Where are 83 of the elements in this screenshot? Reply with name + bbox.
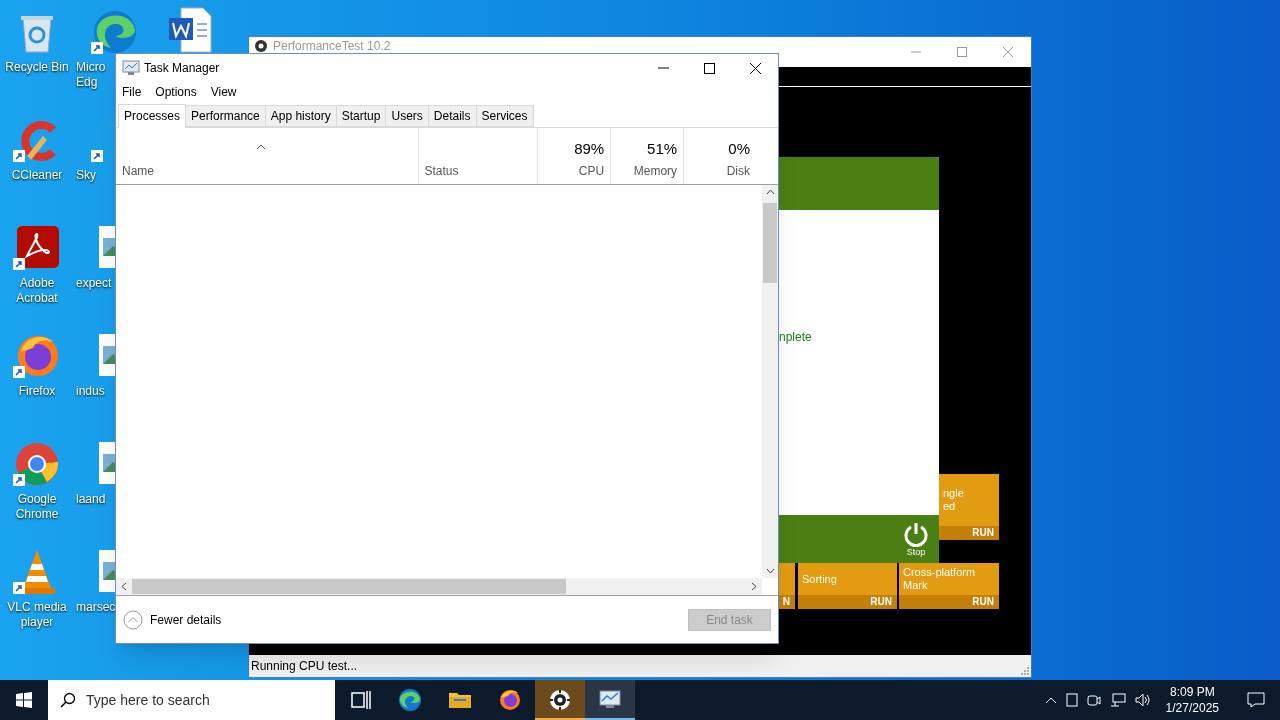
- icon-label: Google Chrome: [14, 492, 60, 522]
- task-manager-icon: [122, 60, 140, 76]
- edge-icon: [398, 688, 422, 712]
- search-field[interactable]: Type here to search: [48, 680, 335, 720]
- chrome-icon[interactable]: [13, 440, 61, 488]
- icon-label: Recycle Bin: [5, 60, 69, 75]
- acrobat-icon[interactable]: [13, 224, 61, 272]
- taskbar-app[interactable]: [585, 680, 635, 720]
- notification-icon[interactable]: [1247, 692, 1265, 708]
- icon-label: CCleaner: [11, 168, 63, 183]
- menu-item[interactable]: View: [210, 83, 237, 101]
- tab[interactable]: Startup: [336, 105, 387, 127]
- scroll-right-icon: [751, 582, 757, 591]
- tab[interactable]: Users: [386, 105, 429, 127]
- task-view-icon: [348, 688, 372, 712]
- vertical-scrollbar[interactable]: [762, 185, 778, 578]
- tile-label: Cross-platform Mark: [903, 566, 976, 592]
- column-label: Memory: [633, 163, 678, 180]
- clock-date[interactable]: 1/27/2025: [1165, 700, 1219, 716]
- tab[interactable]: Details: [428, 105, 477, 127]
- taskbar-app[interactable]: [535, 680, 585, 720]
- icon-label: Sky: [76, 168, 96, 183]
- resize-grip-icon: [1021, 667, 1029, 675]
- maximize-icon[interactable]: [703, 62, 715, 74]
- column-label: Disk: [726, 163, 750, 180]
- volume-icon[interactable]: [1134, 693, 1151, 707]
- run-label: RUN: [972, 528, 994, 538]
- tile-label: ngle ed: [943, 487, 964, 513]
- column-reading: 51%: [647, 140, 678, 158]
- scroll-up-icon: [765, 189, 775, 195]
- tab[interactable]: App history: [265, 105, 337, 127]
- run-label: N: [782, 597, 790, 607]
- firefox-icon: [498, 688, 522, 712]
- icon-label: Firefox: [18, 384, 56, 399]
- tab[interactable]: Services: [476, 105, 534, 127]
- icon-label: expect: [76, 276, 112, 291]
- gauge-app-icon: [548, 688, 572, 712]
- icon-label: laand: [76, 492, 106, 507]
- stop-button[interactable]: Stop: [903, 521, 929, 563]
- horizontal-scrollbar[interactable]: [116, 578, 762, 595]
- tablet-icon[interactable]: [1065, 693, 1078, 707]
- scroll-thumb[interactable]: [763, 203, 777, 283]
- window-title: PerformanceTest 10.2: [273, 38, 391, 55]
- column-reading: 0%: [728, 140, 750, 158]
- fewer-details-button[interactable]: Fewer details: [123, 609, 222, 630]
- icon-label: marsec: [76, 600, 116, 615]
- icon-label: indus: [76, 384, 105, 399]
- column-label: CPU: [578, 163, 605, 180]
- chevron-up-icon: [123, 609, 143, 630]
- column-header[interactable]: 51% Memory: [610, 128, 684, 184]
- camera-icon[interactable]: [1086, 693, 1101, 707]
- column-label: Status: [424, 163, 459, 180]
- scroll-down-icon: [765, 568, 775, 574]
- windows-start-icon[interactable]: [16, 692, 32, 708]
- column-header[interactable]: Status: [417, 128, 538, 184]
- chevron-up-icon[interactable]: [1044, 696, 1057, 704]
- column-reading: 89%: [574, 140, 605, 158]
- window-title: Task Manager: [144, 60, 220, 77]
- column-header[interactable]: 0% Disk: [683, 128, 756, 184]
- close-icon[interactable]: [749, 62, 761, 74]
- icon-label: Micro Edg: [76, 60, 106, 90]
- network-icon[interactable]: [1109, 693, 1126, 707]
- column-header[interactable]: 89% CPU: [537, 128, 611, 184]
- status-text: Running CPU test...: [251, 658, 358, 675]
- run-label: RUN: [972, 597, 994, 607]
- menu-item[interactable]: File: [122, 83, 142, 101]
- word-document-icon[interactable]: [167, 6, 215, 54]
- column-header[interactable]: Name: [116, 128, 418, 184]
- clock-time[interactable]: 8:09 PM: [1169, 684, 1215, 700]
- column-label: Name: [122, 163, 154, 180]
- scroll-left-icon: [121, 582, 127, 591]
- edge-icon[interactable]: [91, 8, 139, 56]
- tile-label: Sorting: [802, 572, 837, 586]
- tab[interactable]: Processes: [118, 104, 187, 128]
- run-label: RUN: [870, 597, 892, 607]
- menu-item[interactable]: Options: [155, 83, 197, 101]
- scroll-thumb[interactable]: [132, 579, 566, 594]
- icon-label: Adobe Acrobat: [15, 276, 59, 306]
- search-icon: [60, 692, 76, 708]
- icon-label: VLC media player: [6, 600, 68, 630]
- power-icon: [903, 521, 929, 547]
- status-text: nplete: [779, 329, 812, 346]
- tab[interactable]: Performance: [186, 105, 266, 127]
